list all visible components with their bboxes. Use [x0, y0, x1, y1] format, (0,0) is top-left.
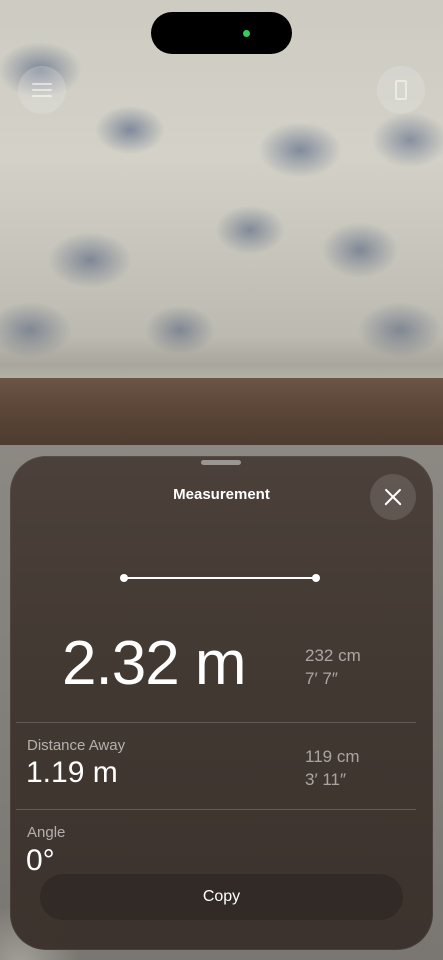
line-segment-icon	[120, 574, 320, 582]
divider	[16, 809, 416, 810]
dynamic-island	[151, 12, 292, 54]
close-icon	[384, 488, 402, 506]
list-icon	[32, 83, 52, 97]
fabric-surface	[0, 0, 443, 390]
length-value: 2.32 m	[62, 629, 247, 698]
distance-away-value: 1.19 m	[26, 756, 118, 789]
length-alt-metric: 232 cm	[305, 646, 361, 665]
distance-alt-metric: 119 cm	[305, 747, 360, 766]
length-alt-imperial: 7′ 7″	[305, 669, 338, 688]
distance-away-label: Distance Away	[27, 737, 126, 754]
measurement-sheet: Measurement 2.32 m 232 cm 7′ 7″ Distance…	[10, 456, 433, 950]
measurements-list-button[interactable]	[18, 66, 66, 114]
angle-value: 0°	[26, 844, 55, 877]
distance-alt-imperial: 3′ 11″	[305, 770, 347, 789]
close-button[interactable]	[370, 474, 416, 520]
camera-in-use-indicator	[243, 30, 250, 37]
ruler-mode-button[interactable]	[377, 66, 425, 114]
angle-label: Angle	[27, 824, 66, 841]
copy-button[interactable]: Copy	[40, 874, 403, 920]
divider	[16, 722, 416, 723]
ruler-icon	[395, 80, 407, 100]
sheet-grabber[interactable]	[201, 460, 241, 465]
